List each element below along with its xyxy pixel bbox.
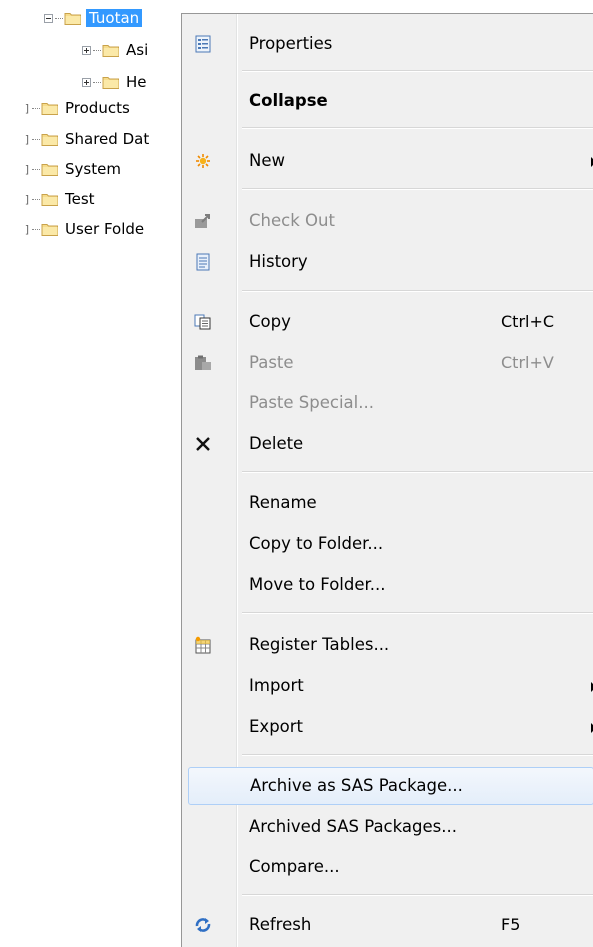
tree-node-label: User Folde xyxy=(65,220,145,238)
menu-item-label: Properties xyxy=(249,34,333,53)
new-star-icon xyxy=(193,151,213,171)
menu-item-register-tables[interactable]: Register Tables... xyxy=(185,626,593,664)
menu-item-check-out[interactable]: Check Out xyxy=(185,202,593,240)
menu-item-collapse[interactable]: Collapse xyxy=(185,82,593,120)
tree-node[interactable]: ] Test xyxy=(24,189,95,209)
collapse-icon[interactable] xyxy=(44,13,53,23)
menu-separator xyxy=(242,70,593,72)
menu-item-new[interactable]: New xyxy=(185,142,593,180)
tree-node-label: Shared Dat xyxy=(65,130,150,148)
menu-item-label: History xyxy=(249,252,308,271)
tree-node-label: Test xyxy=(65,190,95,208)
folder-icon xyxy=(102,42,120,58)
paste-icon xyxy=(193,353,213,373)
tree-line: ] xyxy=(24,192,31,206)
menu-item-label: Copy to Folder... xyxy=(249,534,384,553)
menu-item-refresh[interactable]: Refresh F5 xyxy=(185,906,593,944)
menu-separator xyxy=(242,894,593,896)
menu-item-label: Import xyxy=(249,676,304,695)
properties-icon xyxy=(193,34,213,54)
menu-separator xyxy=(242,612,593,614)
menu-item-rename[interactable]: Rename xyxy=(185,484,593,522)
tree-line: ] xyxy=(24,101,31,115)
menu-separator xyxy=(242,127,593,129)
tree-line: ] xyxy=(24,132,31,146)
menu-item-label: Move to Folder... xyxy=(249,575,386,594)
check-out-icon xyxy=(193,211,213,231)
menu-item-properties[interactable]: Properties xyxy=(185,25,593,63)
menu-item-paste-special[interactable]: Paste Special... xyxy=(185,384,593,422)
menu-item-label: Collapse xyxy=(249,91,328,110)
expand-icon[interactable] xyxy=(82,77,91,87)
folder-icon xyxy=(41,131,59,147)
menu-item-archived-sas-packages[interactable]: Archived SAS Packages... xyxy=(185,808,593,846)
menu-item-import[interactable]: Import xyxy=(185,667,593,705)
folder-icon xyxy=(41,100,59,116)
menu-item-label: Rename xyxy=(249,493,317,512)
menu-item-label: Refresh xyxy=(249,915,312,934)
menu-item-label: Paste xyxy=(249,353,294,372)
menu-item-label: Check Out xyxy=(249,211,335,230)
menu-separator xyxy=(242,754,593,756)
menu-item-copy[interactable]: Copy Ctrl+C xyxy=(185,303,593,341)
menu-item-label: Register Tables... xyxy=(249,635,390,654)
menu-item-copy-to-folder[interactable]: Copy to Folder... xyxy=(185,525,593,563)
tree-node[interactable]: ] System xyxy=(24,159,121,179)
tree-node-label: Asi xyxy=(126,41,149,59)
tree-node[interactable]: ] User Folde xyxy=(24,219,144,239)
tree-node-label: He xyxy=(126,73,147,91)
tree-node-child[interactable]: He xyxy=(82,72,147,92)
menu-item-export[interactable]: Export xyxy=(185,708,593,746)
menu-item-label: Delete xyxy=(249,434,304,453)
menu-item-label: Archived SAS Packages... xyxy=(249,817,457,836)
tree-node[interactable]: ] Products xyxy=(24,98,130,118)
menu-separator xyxy=(242,188,593,190)
menu-separator xyxy=(242,290,593,292)
shortcut-label: Ctrl+C xyxy=(501,312,555,331)
expand-icon[interactable] xyxy=(82,45,91,55)
menu-item-history[interactable]: History xyxy=(185,243,593,281)
tree-node-label: Tuotan xyxy=(86,9,143,27)
copy-icon xyxy=(193,312,213,332)
tree-line: ] xyxy=(24,162,31,176)
menu-item-archive-as-sas-package[interactable]: Archive as SAS Package... xyxy=(188,767,593,805)
delete-x-icon xyxy=(193,434,213,454)
menu-item-label: New xyxy=(249,151,285,170)
tree-node-label: Products xyxy=(65,99,130,117)
tree-node[interactable]: ] Shared Dat xyxy=(24,129,149,149)
tree-node-selected[interactable]: Tuotan xyxy=(44,8,143,28)
menu-item-label: Archive as SAS Package... xyxy=(250,776,463,795)
register-tables-icon xyxy=(193,635,213,655)
folder-icon xyxy=(102,74,120,90)
menu-item-label: Paste Special... xyxy=(249,393,374,412)
menu-item-label: Copy xyxy=(249,312,291,331)
menu-item-paste[interactable]: Paste Ctrl+V xyxy=(185,344,593,382)
folder-icon xyxy=(64,10,82,26)
tree-line: ] xyxy=(24,222,31,236)
folder-icon xyxy=(41,221,59,237)
history-icon xyxy=(193,252,213,272)
tree-node-child[interactable]: Asi xyxy=(82,40,148,60)
tree-node-label: System xyxy=(65,160,121,178)
shortcut-label: Ctrl+V xyxy=(501,353,554,372)
menu-item-delete[interactable]: Delete xyxy=(185,425,593,463)
context-menu: Properties Collapse New Check Out Histor… xyxy=(181,13,593,947)
menu-item-label: Compare... xyxy=(249,857,340,876)
folder-icon xyxy=(41,161,59,177)
shortcut-label: F5 xyxy=(501,915,521,934)
menu-item-label: Export xyxy=(249,717,304,736)
menu-item-move-to-folder[interactable]: Move to Folder... xyxy=(185,566,593,604)
menu-separator xyxy=(242,471,593,473)
refresh-icon xyxy=(193,915,213,935)
menu-item-compare[interactable]: Compare... xyxy=(185,848,593,886)
folder-icon xyxy=(41,191,59,207)
